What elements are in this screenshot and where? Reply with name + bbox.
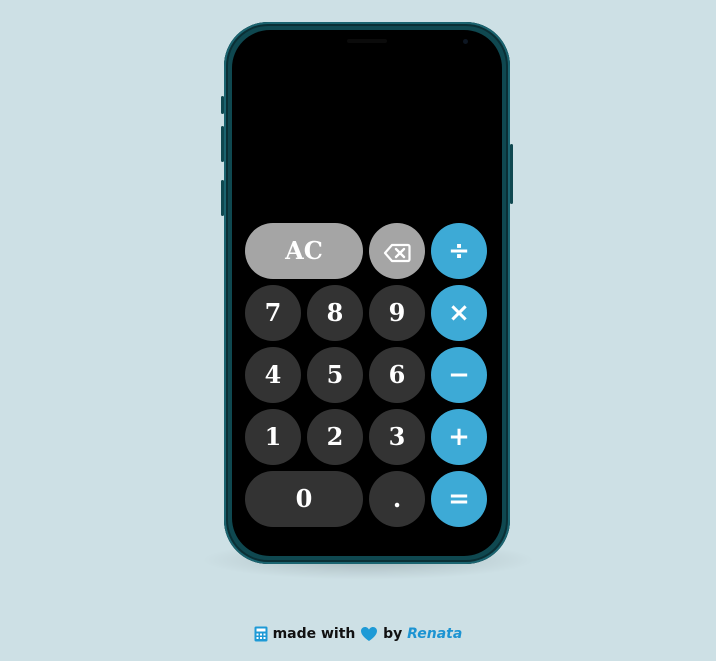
heart-icon (361, 627, 378, 641)
digit-8-button[interactable]: 8 (307, 285, 363, 341)
equals-button[interactable]: = (431, 471, 487, 527)
phone-volume-button-down (221, 180, 224, 216)
made-with-text: made with (272, 626, 356, 642)
digit-3-button[interactable]: 3 (369, 409, 425, 465)
digit-9-button[interactable]: 9 (369, 285, 425, 341)
phone-power-button (510, 144, 513, 204)
digit-0-button[interactable]: 0 (245, 471, 363, 527)
calculator-screen: AC ÷ 7 8 9 × 4 5 6 − 1 2 3 + 0 . = (232, 30, 502, 556)
add-button[interactable]: + (431, 409, 487, 465)
camera-icon (463, 39, 468, 44)
digit-5-button[interactable]: 5 (307, 347, 363, 403)
decimal-button[interactable]: . (369, 471, 425, 527)
phone-notch (293, 30, 468, 52)
multiply-button[interactable]: × (431, 285, 487, 341)
digit-1-button[interactable]: 1 (245, 409, 301, 465)
backspace-button[interactable] (369, 223, 425, 279)
phone-volume-button-up (221, 96, 224, 114)
digit-6-button[interactable]: 6 (369, 347, 425, 403)
calculator-display (246, 150, 488, 210)
footer-credit: made with by Renata (0, 626, 716, 642)
author-link[interactable]: Renata (407, 626, 462, 642)
digit-4-button[interactable]: 4 (245, 347, 301, 403)
page: AC ÷ 7 8 9 × 4 5 6 − 1 2 3 + 0 . = made … (0, 0, 716, 661)
digit-7-button[interactable]: 7 (245, 285, 301, 341)
digit-2-button[interactable]: 2 (307, 409, 363, 465)
divide-button[interactable]: ÷ (431, 223, 487, 279)
phone-frame: AC ÷ 7 8 9 × 4 5 6 − 1 2 3 + 0 . = (221, 22, 513, 564)
clear-button[interactable]: AC (245, 223, 363, 279)
subtract-button[interactable]: − (431, 347, 487, 403)
backspace-icon (383, 243, 411, 262)
calculator-icon (254, 626, 268, 642)
phone-volume-button-mid (221, 126, 224, 162)
by-text: by (383, 626, 403, 642)
speaker-grille (347, 39, 387, 43)
